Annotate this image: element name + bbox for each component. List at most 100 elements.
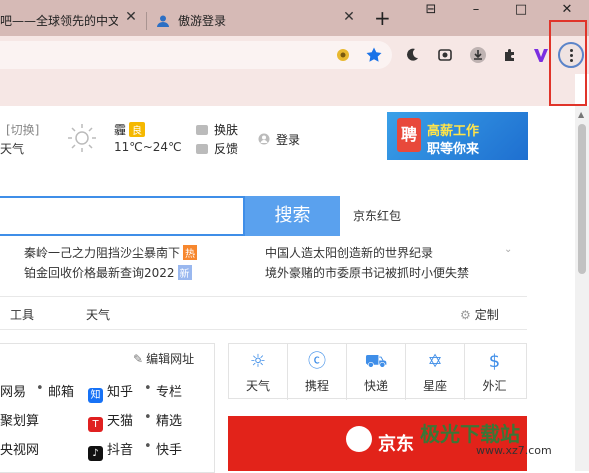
news-item[interactable]: 秦岭一己之力阻挡沙尘暴南下热: [24, 244, 198, 261]
tool-forex[interactable]: $ 外汇: [465, 344, 524, 400]
message-icon: [196, 144, 208, 154]
star-icon: ✡: [427, 351, 443, 372]
tool-label: 天气: [245, 379, 270, 393]
tool-express[interactable]: ⛟ 快递: [347, 344, 406, 400]
tool-label: 星座: [422, 379, 447, 393]
recruitment-ad-banner[interactable]: 聘 高薪工作 职等你来: [387, 112, 528, 160]
extension-bee-icon[interactable]: [333, 45, 353, 65]
customize-label: 定制: [474, 308, 499, 322]
download-icon[interactable]: [468, 45, 488, 65]
ad-headline: 高薪工作: [427, 124, 480, 139]
user-icon: [157, 15, 169, 27]
search-input[interactable]: [0, 196, 245, 236]
scroll-up-icon[interactable]: ▲: [578, 110, 584, 119]
condition-text: 霾: [114, 123, 127, 137]
tool-label: 携程: [304, 379, 329, 393]
jd-dog-logo: [346, 426, 372, 452]
site-link-tmall[interactable]: T 天猫: [88, 410, 133, 432]
feedback-label: 反馈: [214, 142, 239, 156]
feedback-button[interactable]: 反馈: [196, 140, 238, 157]
site-label: 抖音: [107, 443, 134, 458]
site-link-netease[interactable]: 网易: [0, 381, 26, 400]
truck-icon: ⛟: [364, 351, 388, 372]
login-button[interactable]: 登录: [258, 131, 300, 148]
skin-button[interactable]: 换肤: [196, 121, 238, 138]
tab-weather[interactable]: 天气: [86, 306, 110, 323]
three-dots-vertical-icon: [569, 48, 573, 63]
vpn-v-icon[interactable]: [531, 45, 551, 65]
browser-toolbar: [0, 36, 589, 74]
tab-strip: 吧——全球领先的中文 ✕ 傲游登录 ✕ + ⊟ – □ ✕: [0, 0, 589, 36]
site-link-douyin[interactable]: ♪ 抖音: [88, 439, 133, 461]
separator-dot: •: [144, 410, 152, 425]
site-link-column[interactable]: 专栏: [156, 381, 182, 400]
bookmarks-bar: [0, 74, 575, 106]
tool-label: 外汇: [482, 379, 507, 393]
maximize-button[interactable]: □: [507, 2, 535, 22]
customize-button[interactable]: ⚙ 定制: [460, 306, 499, 323]
site-link-juhuasuan[interactable]: 聚划算: [0, 410, 39, 429]
ad-subline: 职等你来: [427, 142, 480, 157]
bookmark-star-icon[interactable]: [364, 45, 384, 65]
news-text: 中国人造太阳创造新的世界纪录: [265, 246, 434, 260]
jd-red-packet-link[interactable]: 京东红包: [353, 207, 401, 224]
vertical-scrollbar[interactable]: ▲: [575, 106, 589, 471]
user-icon: [258, 133, 270, 145]
site-link-zhihu[interactable]: 知知乎: [88, 381, 133, 403]
hot-badge: 热: [183, 245, 198, 260]
ad-logo: 聘: [397, 118, 421, 152]
screenshot-icon[interactable]: [435, 45, 455, 65]
news-text: 铂金回收价格最新查询2022: [24, 266, 175, 280]
site-link-kuaishou[interactable]: 快手: [156, 439, 182, 458]
news-item[interactable]: 中国人造太阳创造新的世界纪录: [265, 244, 433, 261]
shirt-icon: [196, 125, 208, 135]
jd-banner-text: 京东: [378, 434, 414, 455]
close-window-button[interactable]: ✕: [553, 2, 581, 22]
tool-shortcuts: ☼ 天气 ⓒ 携程 ⛟ 快递 ✡ 星座 $ 外汇: [228, 343, 527, 400]
city-switch-link[interactable]: [切换]: [6, 121, 39, 138]
new-tab-button[interactable]: +: [374, 8, 391, 28]
ctrip-icon: ⓒ: [308, 351, 326, 372]
site-label: 天猫: [107, 414, 134, 429]
news-item[interactable]: 铂金回收价格最新查询2022 新: [24, 264, 192, 281]
close-tab-icon[interactable]: ✕: [123, 9, 139, 25]
tab-title: 吧——全球领先的中文: [0, 14, 118, 28]
tool-horoscope[interactable]: ✡ 星座: [406, 344, 465, 400]
zhihu-icon: 知: [88, 388, 103, 403]
dollar-icon: $: [488, 351, 501, 372]
news-item[interactable]: 境外豪赌的市委原书记被抓时小便失禁: [265, 264, 469, 281]
browser-menu-button[interactable]: [558, 42, 584, 68]
search-button[interactable]: 搜索: [245, 196, 340, 236]
extensions-puzzle-icon[interactable]: [500, 45, 520, 65]
edit-sites-button[interactable]: ✎ 编辑网址: [133, 350, 194, 367]
scrollbar-thumb[interactable]: [578, 124, 586, 274]
sun-icon: ☼: [249, 351, 267, 372]
watermark-name: 极光下载站: [420, 422, 520, 446]
tool-ctrip[interactable]: ⓒ 携程: [288, 344, 347, 400]
separator-dot: •: [36, 381, 44, 396]
web-page: [切换] 天气 霾良 11℃~24℃ 换肤 反馈 登录 聘 高薪工作 职等你来 …: [0, 106, 575, 473]
edit-sites-label: 编辑网址: [146, 352, 195, 366]
tab-search-icon[interactable]: ⊟: [417, 2, 445, 22]
weather-link[interactable]: 天气: [0, 140, 24, 157]
category-tabs: 工具 天气 ⚙ 定制: [0, 296, 527, 330]
site-link-mail[interactable]: 邮箱: [48, 381, 74, 400]
minimize-button[interactable]: –: [462, 2, 490, 22]
site-link-featured[interactable]: 精选: [156, 410, 182, 429]
chevron-down-icon[interactable]: ⌄: [504, 244, 512, 255]
news-text: 境外豪赌的市委原书记被抓时小便失禁: [265, 266, 470, 280]
tool-weather[interactable]: ☼ 天气: [229, 344, 288, 400]
sun-icon: [68, 124, 96, 152]
site-link-cctv[interactable]: 央视网: [0, 439, 39, 458]
skin-label: 换肤: [214, 123, 239, 137]
news-text: 秦岭一己之力阻挡沙尘暴南下: [24, 246, 181, 260]
separator-dot: •: [144, 439, 152, 454]
close-tab-icon[interactable]: ✕: [341, 9, 357, 25]
aqi-badge: 良: [129, 122, 146, 137]
tab-maxthon-login[interactable]: 傲游登录: [150, 5, 365, 36]
new-badge: 新: [177, 265, 192, 280]
moon-icon[interactable]: [402, 45, 422, 65]
tool-label: 快递: [363, 379, 388, 393]
tab-tools[interactable]: 工具: [10, 306, 34, 323]
watermark-url: www.xz7.com: [476, 444, 552, 457]
